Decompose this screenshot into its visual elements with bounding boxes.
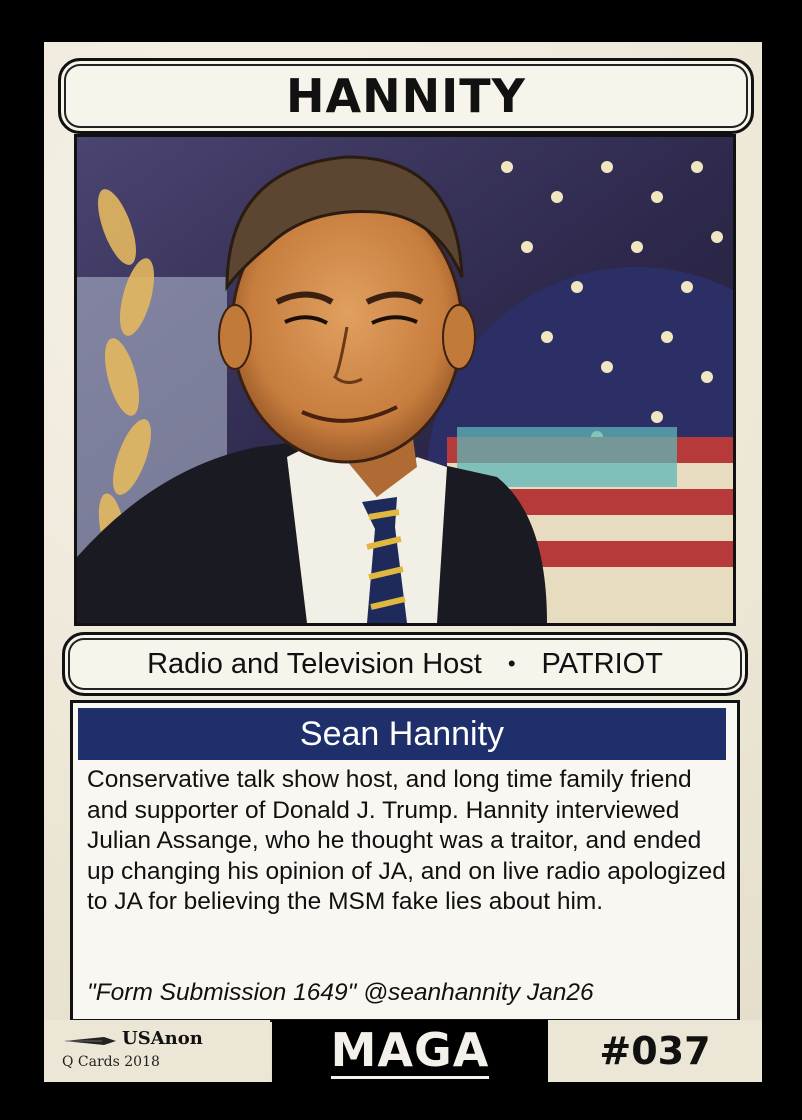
role-label: PATRIOT [541,647,663,680]
source-quote: "Form Submission 1649" @seanhannity Jan2… [87,979,594,1006]
card-title: HANNITY [286,69,526,123]
pen-icon [64,1037,116,1045]
slogan-panel: MAGA [272,1020,548,1082]
slogan-text: MAGA [330,1022,490,1079]
brand-name: USAnon [122,1028,203,1049]
subtitle-plate: Radio and Television Host • PATRIOT [62,632,748,696]
description-box: Sean Hannity Conservative talk show host… [70,700,740,1022]
portrait-image [74,134,736,626]
title-plate: HANNITY [58,58,754,134]
description-text: Conservative talk show host, and long ti… [87,766,726,915]
brand-subtitle: Q Cards 2018 [62,1054,160,1070]
card-number-panel: #037 [548,1020,762,1082]
card-number: #037 [599,1029,711,1073]
occupation-label: Radio and Television Host [147,647,482,680]
subtitle-separator: • [507,651,516,676]
brand-panel: USAnon Q Cards 2018 [44,1020,270,1082]
name-bar: Sean Hannity [78,708,726,760]
person-name: Sean Hannity [299,714,505,753]
portrait-illustration [77,137,733,623]
